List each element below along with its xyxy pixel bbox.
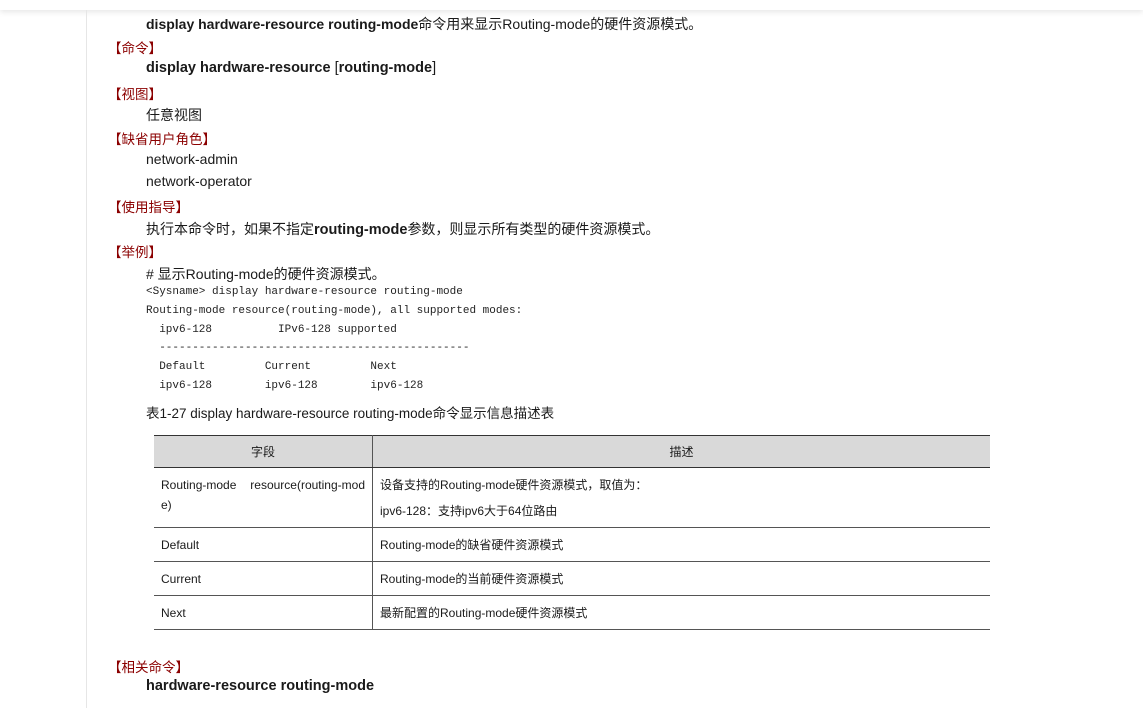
description-table: 字段 描述 Routing-mode resource(routing-mode… [154, 435, 990, 630]
command-syntax: display hardware-resource [routing-mode] [146, 60, 436, 76]
view-value: 任意视图 [146, 107, 202, 123]
row-description: 设备支持的Routing-mode硬件资源模式，取值为： ipv6-128：支持… [372, 467, 990, 528]
intro-line: display hardware-resource routing-mode命令… [146, 14, 702, 34]
intro-text: 命令用来显示Routing-mode的硬件资源模式。 [418, 16, 703, 32]
code-line: ----------------------------------------… [146, 342, 470, 354]
table-row: Default Routing-mode的缺省硬件资源模式 [154, 527, 990, 562]
table-caption: 表1-27 display hardware-resource routing-… [146, 406, 555, 421]
code-line: ipv6-128 IPv6-128 supported [146, 324, 397, 336]
heading-related: 【相关命令】 [108, 660, 189, 675]
table-row: Routing-mode resource(routing-mode) 设备支持… [154, 467, 990, 528]
code-line: <Sysname> display hardware-resource rout… [146, 286, 463, 298]
syntax-bold-1: display hardware-resource [146, 60, 331, 76]
usage-text: 执行本命令时，如果不指定routing-mode参数，则显示所有类型的硬件资源模… [146, 219, 659, 239]
row-field: Current [154, 561, 373, 596]
syntax-bold-2: routing-mode [338, 60, 433, 76]
header-description: 描述 [372, 435, 990, 468]
table-header-row: 字段 描述 [154, 435, 990, 468]
heading-usage: 【使用指导】 [108, 200, 189, 215]
heading-example: 【举例】 [108, 245, 162, 260]
code-line: Default Current Next [146, 361, 397, 373]
related-command: hardware-resource routing-mode [146, 678, 375, 694]
table-row: Next 最新配置的Routing-mode硬件资源模式 [154, 595, 990, 630]
heading-view: 【视图】 [108, 87, 162, 102]
usage-suffix: 参数，则显示所有类型的硬件资源模式。 [407, 221, 660, 237]
usage-prefix: 执行本命令时，如果不指定 [146, 221, 314, 237]
usage-keyword: routing-mode [314, 222, 408, 238]
heading-roles: 【缺省用户角色】 [108, 132, 216, 147]
table-row: Current Routing-mode的当前硬件资源模式 [154, 561, 990, 596]
top-bar [0, 0, 1143, 10]
row-description: Routing-mode的当前硬件资源模式 [372, 561, 990, 596]
header-field: 字段 [154, 435, 373, 468]
syntax-bracket-open: [ [330, 60, 339, 76]
intro-command: display hardware-resource routing-mode [146, 16, 419, 32]
row-field: Default [154, 527, 373, 562]
row-description-line: 设备支持的Routing-mode硬件资源模式，取值为： [380, 478, 648, 492]
row-description: 最新配置的Routing-mode硬件资源模式 [372, 595, 990, 630]
code-line: Routing-mode resource(routing-mode), all… [146, 305, 523, 317]
role-item: network-admin [146, 151, 238, 167]
left-margin-rule [86, 10, 87, 708]
row-description-line: ipv6-128：支持ipv6大于64位路由 [380, 504, 558, 518]
code-line: ipv6-128 ipv6-128 ipv6-128 [146, 380, 424, 392]
example-comment: # 显示Routing-mode的硬件资源模式。 [146, 266, 386, 282]
syntax-bracket-close: ] [432, 60, 437, 76]
row-description: Routing-mode的缺省硬件资源模式 [372, 527, 990, 562]
role-item: network-operator [146, 173, 252, 189]
heading-command: 【命令】 [108, 41, 162, 56]
row-field: Routing-mode resource(routing-mode) [154, 467, 373, 528]
row-field: Next [154, 595, 373, 630]
